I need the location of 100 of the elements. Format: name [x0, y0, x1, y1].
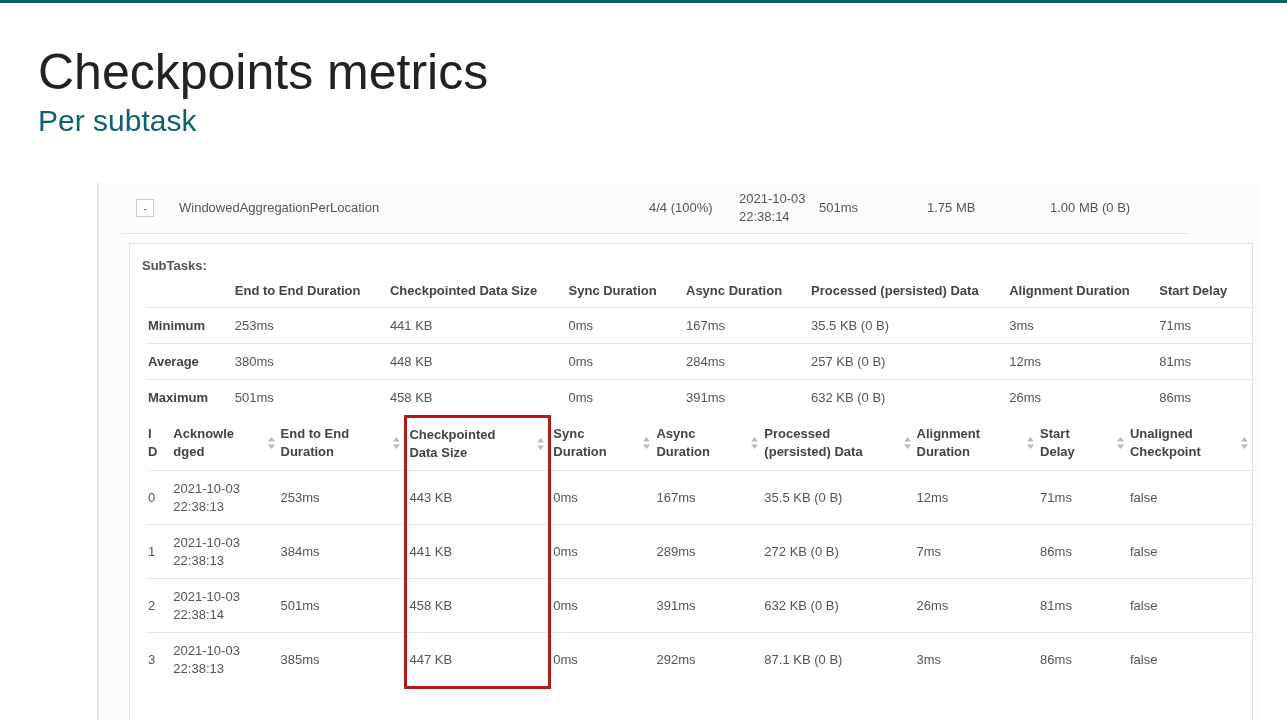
table-cell: 71ms	[1038, 470, 1128, 525]
table-cell: 0ms	[566, 307, 684, 344]
column-header[interactable]: Checkpointed Data Size	[405, 416, 550, 471]
table-cell: 3ms	[1007, 307, 1158, 344]
table-cell: 458 KB	[387, 379, 567, 415]
column-header: Start Delay	[1157, 273, 1252, 308]
sort-icon[interactable]	[267, 437, 275, 450]
table-cell: 0ms	[566, 343, 684, 380]
table-cell: 0ms	[566, 379, 684, 415]
table-cell: 35.5 KB (0 B)	[762, 470, 915, 525]
table-cell: 3	[146, 632, 172, 688]
sort-icon[interactable]	[643, 437, 651, 450]
subtasks-label: SubTasks:	[142, 258, 208, 273]
table-cell: 632 KB (0 B)	[762, 578, 915, 633]
table-cell: 380ms	[232, 343, 388, 380]
table-cell: 167ms	[684, 307, 809, 344]
cell-text: 4/4 (100%)	[649, 199, 713, 217]
sort-icon[interactable]	[393, 437, 401, 450]
table-cell: 443 KB	[405, 470, 550, 525]
table-cell: 391ms	[684, 379, 809, 415]
table-cell: 87.1 KB (0 B)	[762, 632, 915, 688]
table-cell: 86ms	[1157, 379, 1252, 415]
table-cell: 448 KB	[387, 343, 567, 380]
table-cell: 284ms	[684, 343, 809, 380]
table-cell: 441 KB	[405, 524, 550, 579]
table-cell: 26ms	[1007, 379, 1158, 415]
sort-icon[interactable]	[1116, 437, 1124, 450]
sort-icon[interactable]	[751, 437, 759, 450]
sort-icon[interactable]	[903, 437, 911, 450]
collapse-button[interactable]: -	[136, 199, 154, 217]
slide-title: Checkpoints metrics	[38, 43, 490, 102]
table-cell: 501ms	[278, 578, 406, 633]
sort-icon[interactable]	[1027, 437, 1035, 450]
table-cell: false	[1127, 470, 1252, 525]
column-header[interactable]: Unaligned Checkpoint	[1127, 416, 1252, 471]
table-cell: false	[1127, 524, 1252, 579]
table-cell: false	[1127, 578, 1252, 633]
column-header: End to End Duration	[232, 273, 388, 308]
table-cell: 0ms	[549, 470, 655, 525]
table-cell: 0ms	[549, 524, 655, 579]
table-cell: 0ms	[549, 578, 655, 633]
column-header[interactable]: Start Delay	[1038, 416, 1128, 471]
column-header: Sync Duration	[566, 273, 684, 308]
row-label: Maximum	[146, 379, 233, 415]
table-cell: 292ms	[654, 632, 763, 688]
slide-subtitle: Per subtask	[38, 103, 198, 139]
table-cell: 167ms	[654, 470, 763, 525]
row-label: Minimum	[146, 307, 233, 344]
table-cell: 391ms	[654, 578, 763, 633]
table-cell: 501ms	[232, 379, 388, 415]
sort-icon[interactable]	[1241, 437, 1248, 450]
table-cell: 253ms	[278, 470, 406, 525]
table-cell: 385ms	[278, 632, 406, 688]
table-cell: 1	[146, 524, 172, 579]
table-cell: 257 KB (0 B)	[809, 343, 1008, 380]
column-header[interactable]: Processed (persisted) Data	[762, 416, 915, 471]
table-cell: 86ms	[1038, 632, 1128, 688]
table-cell: 447 KB	[405, 632, 550, 688]
cell-text: 2021-10-03 22:38:14	[739, 190, 807, 226]
table-cell: 0	[146, 470, 172, 525]
table-cell: 35.5 KB (0 B)	[809, 307, 1008, 344]
column-header[interactable]: Async Duration	[654, 416, 763, 471]
table-cell: 12ms	[1007, 343, 1158, 380]
table-cell: 384ms	[278, 524, 406, 579]
table-cell: 2021-10-03 22:38:13	[171, 524, 279, 579]
table-cell: 441 KB	[387, 307, 567, 344]
table-cell: 81ms	[1038, 578, 1128, 633]
table-cell: 81ms	[1157, 343, 1252, 380]
table-cell: 458 KB	[405, 578, 550, 633]
cell-text: WindowedAggregationPerLocation	[179, 199, 380, 217]
column-header[interactable]: Sync Duration	[549, 416, 655, 471]
table-cell: 3ms	[914, 632, 1039, 688]
table-cell: 86ms	[1038, 524, 1128, 579]
column-header[interactable]: End to End Duration	[278, 416, 406, 471]
table-cell: 71ms	[1157, 307, 1252, 344]
table-cell: 253ms	[232, 307, 388, 344]
cell-text: 1.00 MB (0 B)	[1050, 199, 1131, 217]
cell-text: 1.75 MB	[927, 199, 976, 217]
table-cell: 26ms	[914, 578, 1039, 633]
column-header: Processed (persisted) Data	[809, 273, 1008, 308]
row-label: Average	[146, 343, 233, 380]
table-cell: 2	[146, 578, 172, 633]
table-cell: 2021-10-03 22:38:13	[171, 632, 279, 688]
table-cell: 2021-10-03 22:38:13	[171, 470, 279, 525]
table-cell: 632 KB (0 B)	[809, 379, 1008, 415]
column-header[interactable]: Acknowledged	[171, 416, 279, 471]
column-header: Async Duration	[684, 273, 809, 308]
column-header: ID	[146, 416, 172, 471]
table-cell: 289ms	[654, 524, 763, 579]
column-header: Alignment Duration	[1007, 273, 1158, 308]
table-cell: 272 KB (0 B)	[762, 524, 915, 579]
table-cell: 2021-10-03 22:38:14	[171, 578, 279, 633]
table-cell: false	[1127, 632, 1252, 688]
sort-icon[interactable]	[537, 438, 545, 450]
column-header: Checkpointed Data Size	[387, 273, 567, 308]
table-cell: 12ms	[914, 470, 1039, 525]
table-cell: 7ms	[914, 524, 1039, 579]
cell-text: 501ms	[819, 199, 859, 217]
column-header[interactable]: Alignment Duration	[914, 416, 1039, 471]
table-cell: 0ms	[549, 632, 655, 688]
